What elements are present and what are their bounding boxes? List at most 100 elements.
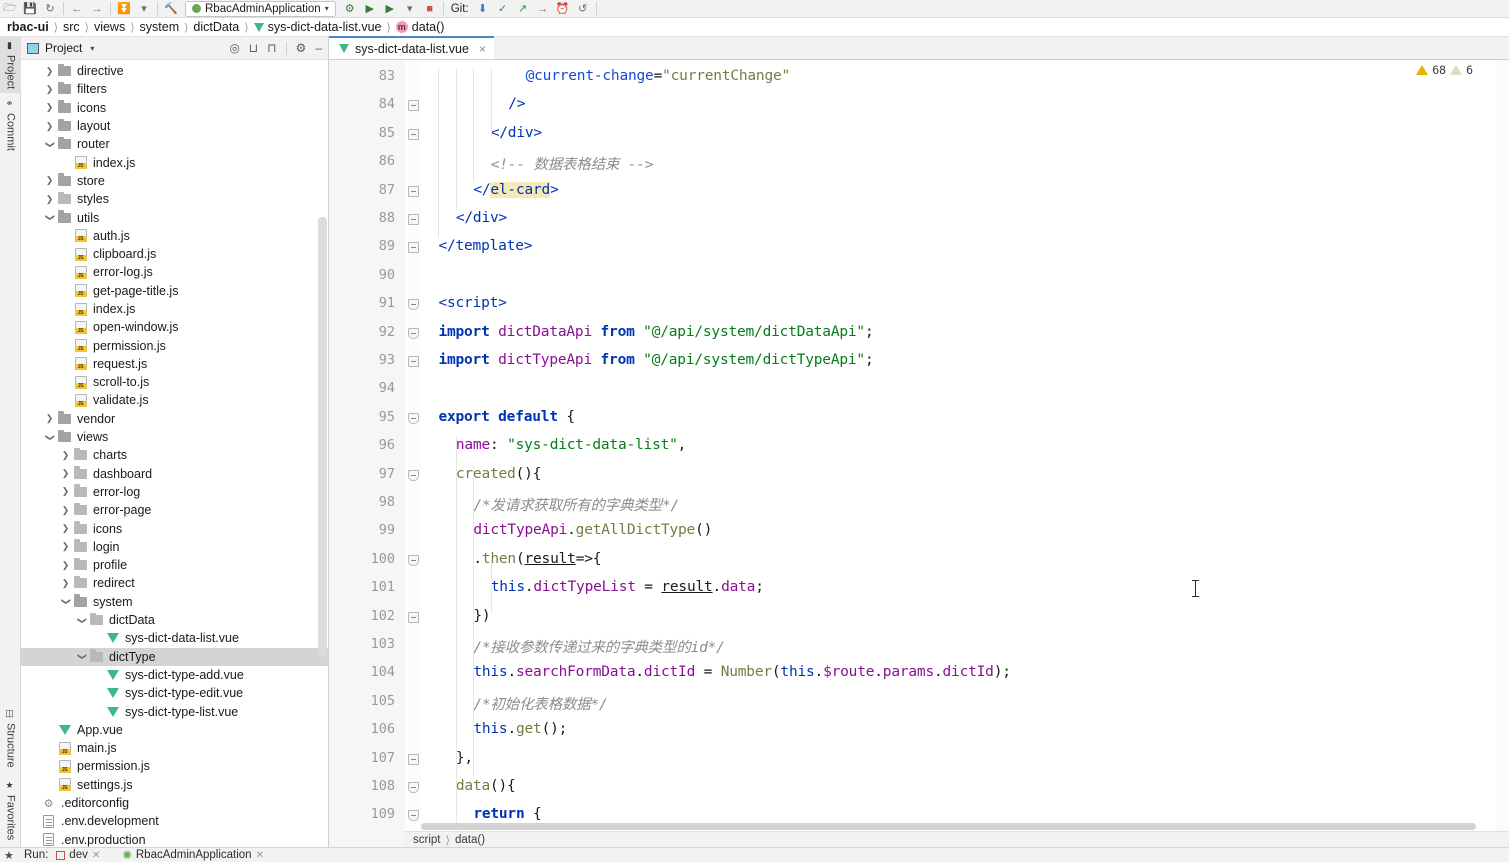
tree-row[interactable]: scroll-to.js [21, 373, 328, 391]
breadcrumb-item-method[interactable]: m data() [395, 20, 444, 34]
code-line[interactable]: <!-- 数据表格结束 --> [491, 153, 654, 174]
code-fold-icon[interactable] [408, 100, 419, 112]
sync-icon[interactable]: ↻ [40, 0, 60, 17]
code-line[interactable]: import dictDataApi from "@/api/system/di… [438, 324, 873, 340]
tree-row[interactable]: ❯ dashboard [21, 465, 328, 483]
git-commit-icon[interactable]: ✓ [493, 0, 513, 17]
close-icon[interactable]: ✕ [92, 850, 100, 861]
code-line[interactable]: this.searchFormData.dictId = Number(this… [473, 664, 1011, 680]
code-line[interactable]: /*接收参数传递过来的字典类型的id*/ [473, 636, 725, 657]
tree-row[interactable]: ❯ store [21, 172, 328, 190]
run-tab-dev[interactable]: dev ✕ [56, 849, 100, 861]
favorites-icon[interactable]: ★ [4, 849, 14, 862]
chevron-down-icon[interactable]: ▾ [400, 0, 420, 17]
git-push-icon[interactable]: ↗ [513, 0, 533, 17]
tree-row[interactable]: request.js [21, 355, 328, 373]
editor-horizontal-scrollbar[interactable] [421, 823, 1476, 830]
undo-icon[interactable]: ← [67, 0, 87, 17]
tree-row[interactable]: ⚙ .editorconfig [21, 794, 328, 812]
editor-vertical-scrollbar[interactable] [1496, 60, 1509, 847]
code-line[interactable]: }, [456, 750, 473, 766]
breadcrumb-item-system[interactable]: system [140, 20, 180, 34]
code-line[interactable]: .then(result=>{ [473, 551, 601, 567]
breadcrumb-item-file[interactable]: sys-dict-data-list.vue [253, 20, 382, 34]
code-line[interactable]: @current-change="currentChange" [526, 68, 791, 84]
expand-all-icon[interactable]: ⊔ [249, 42, 258, 54]
breadcrumb-item-project[interactable]: rbac-ui [7, 20, 49, 34]
sidebar-item-favorites[interactable]: ★ Favorites [0, 777, 21, 844]
status-crumb-script[interactable]: script [413, 834, 440, 846]
tree-expand-arrow-icon[interactable]: ❯ [59, 450, 72, 461]
tree-expand-arrow-icon[interactable]: ❯ [59, 541, 72, 552]
code-line[interactable]: import dictTypeApi from "@/api/system/di… [438, 352, 873, 368]
tree-expand-arrow-icon[interactable]: ❯ [59, 596, 72, 607]
tree-row[interactable]: auth.js [21, 227, 328, 245]
code-line[interactable]: </template> [438, 238, 532, 254]
sidebar-item-project[interactable]: ▮ Project [0, 37, 21, 94]
gear-icon[interactable]: ⚙ [296, 42, 307, 54]
code-line[interactable]: this.get(); [473, 721, 567, 737]
breadcrumb-item-dictdata[interactable]: dictData [193, 20, 239, 34]
tree-expand-arrow-icon[interactable]: ❯ [43, 139, 56, 150]
code-fold-icon[interactable] [408, 412, 419, 424]
tree-row[interactable]: ❯ error-page [21, 501, 328, 519]
code-fold-icon[interactable] [408, 469, 419, 481]
collapse-all-icon[interactable]: ⊓ [267, 42, 276, 54]
redo-icon[interactable]: → [87, 0, 107, 17]
code-line[interactable]: data(){ [456, 778, 516, 794]
tree-row[interactable]: App.vue [21, 721, 328, 739]
project-panel-scrollbar[interactable] [318, 217, 327, 657]
tree-row[interactable]: ❯ login [21, 538, 328, 556]
code-fold-icon[interactable] [408, 128, 419, 140]
tree-expand-arrow-icon[interactable]: ❯ [43, 175, 56, 186]
code-fold-icon[interactable] [408, 810, 419, 822]
tree-expand-arrow-icon[interactable]: ❯ [59, 486, 72, 497]
vcs-update-icon[interactable]: ⏬ [114, 0, 134, 17]
code-fold-icon[interactable] [408, 185, 419, 197]
code-line[interactable]: return { [473, 806, 541, 822]
sidebar-item-structure[interactable]: ◫ Structure [0, 705, 21, 772]
build-hammer-icon[interactable]: 🔨 [161, 0, 181, 17]
tree-row[interactable]: validate.js [21, 391, 328, 409]
inspection-status[interactable]: 68 6 [1416, 63, 1473, 77]
tree-row[interactable]: sys-dict-type-edit.vue [21, 684, 328, 702]
debug-icon[interactable]: ▶ [380, 0, 400, 17]
tree-row[interactable]: .env.production [21, 830, 328, 847]
chevron-down-icon[interactable]: ▾ [134, 0, 154, 17]
tree-row[interactable]: ❯ styles [21, 190, 328, 208]
code-line[interactable]: </el-card> [473, 181, 559, 198]
close-icon[interactable]: ✕ [256, 850, 264, 861]
code-line[interactable]: /*发请求获取所有的字典类型*/ [473, 494, 679, 515]
code-line[interactable]: dictTypeApi.getAllDictType() [473, 522, 712, 538]
code-line[interactable]: </div> [456, 210, 507, 226]
tree-row[interactable]: ❯ views [21, 428, 328, 446]
breadcrumb-item-views[interactable]: views [94, 20, 125, 34]
code-fold-icon[interactable] [408, 214, 419, 225]
breadcrumb-item-src[interactable]: src [63, 20, 80, 34]
code-editor[interactable]: 68 6 83 84 85 86 87 88 89 90 91 92 93 94 95 96 97 98 99 1… [329, 60, 1509, 847]
tree-row[interactable]: sys-dict-type-list.vue [21, 702, 328, 720]
code-fold-icon[interactable] [408, 242, 419, 254]
code-fold-icon[interactable] [408, 611, 419, 623]
code-line[interactable]: export default { [438, 409, 575, 425]
tree-expand-arrow-icon[interactable]: ❯ [43, 212, 56, 223]
tree-row[interactable]: sys-dict-type-add.vue [21, 666, 328, 684]
tree-row[interactable]: ❯ dictData [21, 611, 328, 629]
tree-row[interactable]: ❯ error-log [21, 483, 328, 501]
code-line[interactable]: <script> [438, 295, 506, 311]
project-file-tree[interactable]: ❯ directive ❯ filters ❯ icons ❯ layout ❯ router in… [21, 60, 328, 847]
tree-row[interactable]: index.js [21, 153, 328, 171]
git-rollback-icon[interactable]: → [533, 0, 553, 17]
code-line[interactable]: }) [473, 608, 490, 624]
tree-row[interactable]: ❯ redirect [21, 574, 328, 592]
tree-row[interactable]: ❯ icons [21, 519, 328, 537]
code-line[interactable]: name: "sys-dict-data-list", [456, 437, 687, 453]
tree-expand-arrow-icon[interactable]: ❯ [59, 578, 72, 589]
tree-row[interactable]: sys-dict-data-list.vue [21, 629, 328, 647]
hide-panel-icon[interactable]: – [315, 42, 322, 54]
code-line[interactable]: created(){ [456, 466, 542, 482]
open-folder-icon[interactable]: 🗁 [0, 0, 20, 17]
sidebar-item-commit[interactable]: ⚭ Commit [0, 95, 21, 155]
tree-expand-arrow-icon[interactable]: ❯ [75, 615, 88, 626]
run-icon[interactable]: ▶ [360, 0, 380, 17]
